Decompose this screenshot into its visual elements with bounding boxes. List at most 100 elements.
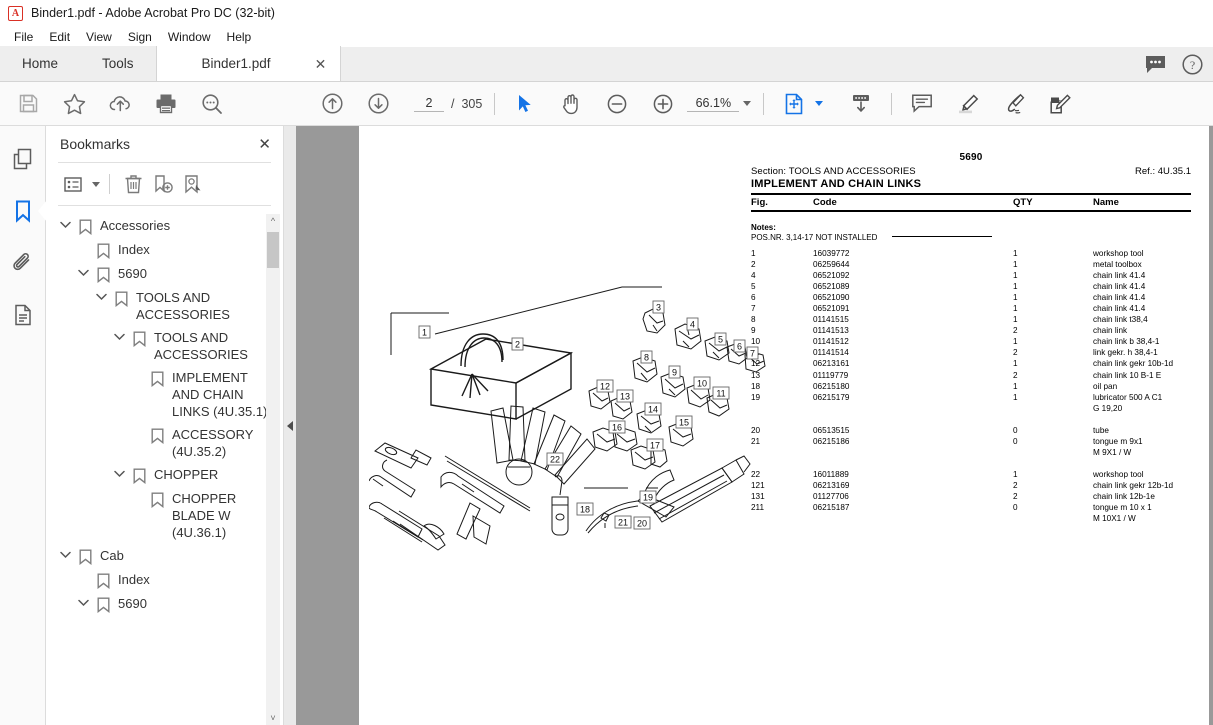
page-number-input[interactable] [414, 95, 444, 112]
bookmark-item[interactable]: CHOPPER [46, 463, 283, 487]
chevron-down-icon[interactable] [92, 181, 100, 187]
cell-fig: 1 [751, 249, 756, 258]
cell-code [813, 403, 1013, 414]
scrollbar-thumb[interactable] [267, 232, 279, 268]
cell-code: 01119779 [813, 370, 849, 380]
pdf-notes-title: Notes: [751, 223, 776, 232]
callout-number: 18 [580, 504, 590, 514]
bookmark-icon [94, 265, 113, 283]
bookmark-item[interactable]: Index [46, 568, 283, 592]
table-row-spacer [751, 458, 1191, 469]
bookmark-item-label: Index [118, 242, 150, 257]
menu-sign[interactable]: Sign [120, 28, 160, 46]
collapse-panel-arrow-icon[interactable] [287, 420, 293, 431]
bookmark-item[interactable]: 5690 [46, 592, 283, 616]
tab-binder1-pdf[interactable]: Binder1.pdf ✕ [155, 46, 341, 81]
bookmark-item[interactable]: TOOLS AND ACCESSORIES [46, 286, 283, 326]
layers-icon[interactable] [8, 300, 38, 330]
save-icon[interactable] [10, 86, 46, 122]
bookmark-item[interactable]: 5690 [46, 262, 283, 286]
select-tool-icon[interactable] [507, 86, 543, 122]
tab-home[interactable]: Home [0, 46, 81, 81]
comment-bubble-icon[interactable] [1145, 55, 1166, 74]
bookmarks-scrollbar[interactable]: ^ ˅ [266, 214, 280, 725]
chevron-down-icon[interactable] [743, 101, 752, 106]
bookmarks-icon[interactable] [8, 196, 47, 226]
bookmark-item-label: CHOPPER [154, 467, 219, 482]
print-icon[interactable] [148, 86, 184, 122]
menu-edit[interactable]: Edit [41, 28, 78, 46]
chevron-down-icon[interactable] [90, 289, 112, 301]
bookmark-item[interactable]: Index [46, 238, 283, 262]
chevron-down-icon[interactable] [108, 329, 130, 341]
chevron-down-icon[interactable] [54, 547, 76, 559]
twisty-placeholder [126, 490, 148, 494]
bookmark-item[interactable]: Cab [46, 544, 283, 568]
scroll-mode-icon[interactable] [843, 86, 879, 122]
menu-file[interactable]: File [6, 28, 41, 46]
notes-rule [891, 236, 992, 237]
twisty-placeholder [126, 369, 148, 373]
hand-tool-icon[interactable] [553, 86, 589, 122]
callout-number: 2 [515, 339, 520, 349]
add-to-favorites-icon[interactable] [56, 86, 92, 122]
page-fit-chevron-down-icon[interactable] [815, 101, 824, 106]
cell-name: link gekr. h 38,4-1 [1093, 348, 1158, 358]
cell-code: 01141512 [813, 337, 849, 347]
chevron-down-icon[interactable] [108, 466, 130, 478]
help-icon[interactable]: ? [1182, 54, 1203, 75]
cell-name: tube [1093, 425, 1109, 435]
add-comment-icon[interactable] [904, 86, 940, 122]
bookmark-item-label: 5690 [118, 596, 147, 611]
cell-qty: 1 [1013, 249, 1018, 258]
zoom-out-icon[interactable] [599, 86, 635, 122]
cell-name: M 10X1 / W [1093, 514, 1136, 524]
cell-code: 06215187 [813, 502, 850, 512]
menu-view[interactable]: View [78, 28, 120, 46]
bookmark-item[interactable]: TOOLS AND ACCESSORIES [46, 326, 283, 366]
find-bookmark-icon[interactable] [179, 170, 207, 198]
chevron-down-icon[interactable] [54, 217, 76, 229]
highlight-icon[interactable] [950, 86, 986, 122]
zoom-control[interactable]: 66.1% [687, 95, 752, 112]
cell-code: 06213169 [813, 480, 850, 490]
table-row: 22 16011889 1 workshop tool [751, 469, 1191, 480]
cell-name: chain link 41.4 [1093, 271, 1146, 281]
upload-to-cloud-icon[interactable] [102, 86, 138, 122]
zoom-in-icon[interactable] [645, 86, 681, 122]
page-thumbnails-icon[interactable] [8, 144, 38, 174]
pdf-notes: Notes: POS.NR. 3,14-17 NOT INSTALLED [751, 223, 1191, 243]
menu-window[interactable]: Window [160, 28, 219, 46]
draw-icon[interactable] [996, 86, 1032, 122]
table-row: 1 16039772 1 workshop tool [751, 248, 1191, 259]
attachments-icon[interactable] [8, 248, 38, 278]
zoom-level-value[interactable]: 66.1% [687, 95, 740, 112]
fill-and-sign-icon[interactable] [1042, 86, 1078, 122]
menu-help[interactable]: Help [219, 28, 260, 46]
panel-collapse-strip[interactable] [284, 126, 296, 725]
new-bookmark-icon[interactable] [149, 170, 177, 198]
page-fit-icon[interactable] [776, 86, 812, 122]
chevron-down-icon[interactable] [72, 265, 94, 277]
close-icon[interactable]: ✕ [258, 137, 271, 152]
bookmarks-panel: Bookmarks ✕ Accessories Index 5690 TOOLS… [46, 126, 284, 725]
next-page-icon[interactable] [360, 86, 396, 122]
chevron-down-icon[interactable] [72, 595, 94, 607]
bookmark-item[interactable]: CHOPPER BLADE W (4U.36.1) [46, 487, 283, 544]
previous-page-icon[interactable] [314, 86, 350, 122]
find-icon[interactable] [194, 86, 230, 122]
delete-bookmark-icon[interactable] [119, 170, 147, 198]
tab-tools[interactable]: Tools [80, 46, 156, 81]
table-row: 2 06259644 1 metal toolbox [751, 259, 1191, 270]
close-icon[interactable]: ✕ [314, 57, 328, 71]
cell-qty: 1 [1013, 469, 1018, 479]
bookmark-item[interactable]: Accessories [46, 214, 283, 238]
cell-qty [1013, 513, 1093, 524]
bookmark-icon [130, 329, 149, 347]
scroll-up-arrow-icon[interactable]: ^ [266, 214, 280, 228]
bookmark-options-icon[interactable] [60, 170, 88, 198]
document-canvas[interactable]: 5690 Section: TOOLS AND ACCESSORIES Ref.… [296, 126, 1213, 725]
bookmark-item[interactable]: IMPLEMENT AND CHAIN LINKS (4U.35.1) [46, 366, 283, 423]
bookmark-item[interactable]: ACCESSORY (4U.35.2) [46, 423, 283, 463]
scroll-down-arrow-icon[interactable]: ˅ [266, 711, 280, 725]
